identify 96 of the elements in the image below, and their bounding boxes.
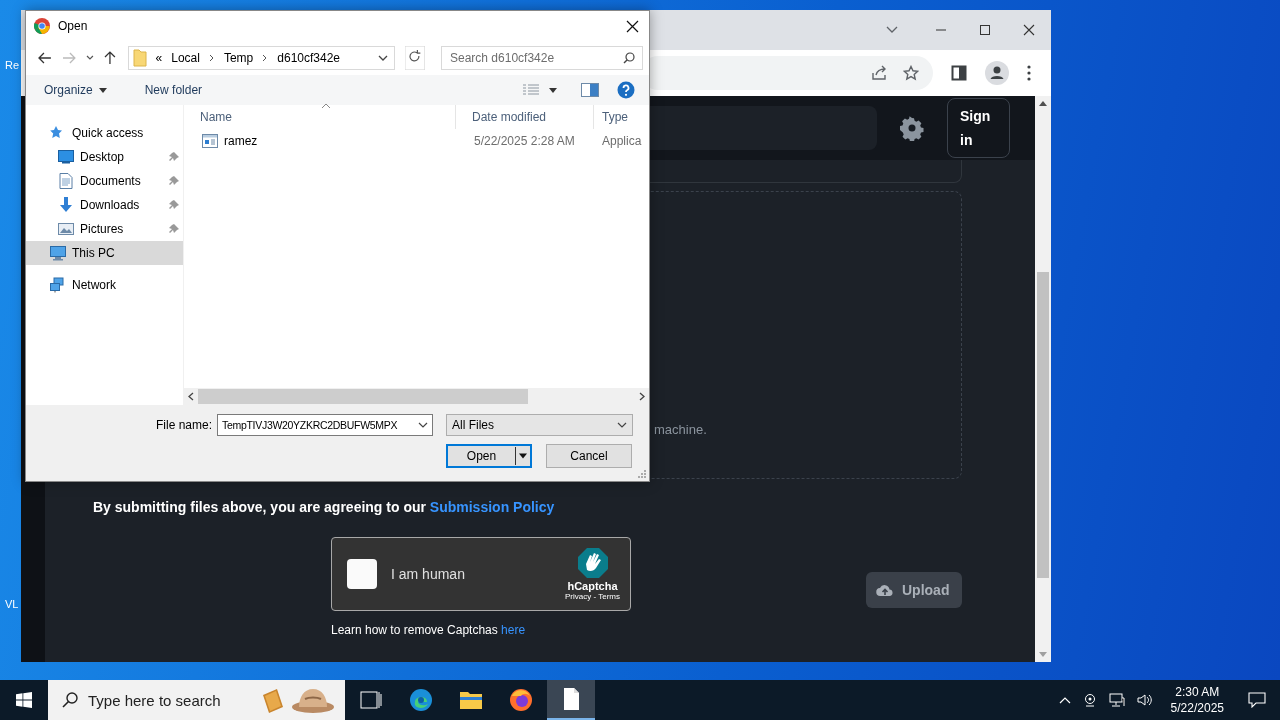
file-name-field[interactable]: TempTIVJ3W20YZKRC2DBUFW5MPX (217, 414, 434, 436)
captcha-brand: hCaptcha (567, 579, 618, 592)
toolbar-button[interactable]: New folder (138, 83, 209, 97)
star-icon[interactable] (903, 65, 919, 81)
captcha-checkbox[interactable] (347, 559, 377, 589)
column-header[interactable]: Date modified (456, 105, 594, 129)
close-icon[interactable] (1023, 24, 1035, 36)
caret-icon[interactable] (549, 87, 557, 93)
webcam-icon[interactable] (1082, 693, 1097, 707)
maximize-icon[interactable] (979, 24, 991, 36)
upload-hint-text: machine. (654, 422, 707, 437)
chevron-right-icon (262, 54, 269, 62)
submission-policy-text: By submitting files above, you are agreeing to our Submission Policy (93, 499, 556, 515)
chevron-down-icon (617, 421, 628, 429)
back-arrow-icon[interactable] (38, 52, 52, 64)
search-icon (62, 692, 78, 708)
scroll-left-icon[interactable] (188, 392, 194, 401)
nav-item[interactable]: Network (26, 273, 183, 297)
task-view-icon (359, 688, 383, 712)
chrome-logo-icon (34, 18, 50, 34)
hand-logo-icon (577, 547, 608, 578)
settings-icon[interactable] (899, 115, 925, 141)
down-arrow-icon (58, 197, 74, 213)
captcha-label: I am human (391, 566, 466, 582)
image-icon (58, 221, 74, 237)
up-arrow-icon[interactable] (103, 51, 116, 65)
submission-policy-link[interactable]: Submission Policy (429, 499, 555, 515)
date-cell-text: 5/22/2025 2:28 AM (473, 134, 576, 148)
close-icon[interactable] (626, 19, 639, 33)
taskbar-app-button[interactable] (547, 680, 595, 720)
chevron-down-icon[interactable] (378, 54, 389, 62)
firefox-icon (509, 688, 533, 712)
cancel-button[interactable]: Cancel (546, 444, 632, 468)
horizontal-scrollbar[interactable] (184, 388, 649, 405)
menu-icon[interactable] (1027, 65, 1031, 81)
network-icon (50, 277, 66, 293)
speaker-icon[interactable] (1136, 693, 1153, 707)
sign-in-button[interactable]: Sign in (947, 98, 1010, 158)
cloud-upload-icon (876, 583, 894, 597)
recent-dropdown-icon[interactable] (85, 55, 94, 61)
resize-grip-icon (638, 470, 646, 478)
clock[interactable]: 2:30 AM 5/22/2025 (1170, 684, 1224, 716)
sort-caret-icon (321, 103, 331, 109)
vertical-scrollbar[interactable] (1035, 96, 1051, 662)
scrollbar-thumb[interactable] (198, 389, 528, 404)
chevron-right-icon (208, 54, 215, 62)
network-icon[interactable] (1108, 693, 1125, 707)
scroll-right-icon[interactable] (639, 392, 645, 401)
breadcrumb-item[interactable]: Temp (223, 51, 254, 65)
monitor-icon (58, 149, 74, 165)
caret-icon (98, 87, 107, 93)
refresh-icon[interactable] (405, 46, 425, 70)
document-icon (58, 173, 74, 189)
search-field[interactable]: Type here to search (48, 680, 345, 720)
chevron-down-icon (418, 421, 429, 429)
side-panel-icon[interactable] (951, 65, 967, 81)
nav-item[interactable]: Pictures (26, 217, 183, 241)
type-cell-text: Applica (601, 134, 643, 148)
nav-item[interactable]: Downloads (26, 193, 183, 217)
breadcrumb-item[interactable]: Local (171, 51, 200, 65)
captcha-help-text: Learn how to remove Captchas here (331, 623, 527, 637)
captcha-help-link[interactable]: here (501, 623, 526, 637)
file-type-dropdown[interactable]: All Files (446, 414, 634, 436)
folder-icon (132, 49, 147, 67)
nav-item[interactable]: Desktop (26, 145, 183, 169)
file-name-label: File name: (156, 418, 213, 432)
nav-item[interactable]: This PC (26, 241, 183, 265)
application-file-icon (202, 134, 218, 148)
windows-logo-icon[interactable] (16, 692, 32, 708)
file-name-cell[interactable]: ramez (184, 134, 456, 148)
search-icon[interactable] (623, 52, 635, 64)
breadcrumb-item[interactable]: d610cf342e (277, 51, 340, 65)
desktop-icon-label[interactable]: Re (5, 59, 20, 71)
column-header[interactable]: Name (184, 105, 456, 129)
breadcrumb-overflow[interactable]: « (155, 51, 163, 65)
dialog-title: Open (58, 19, 89, 33)
edge-icon (409, 688, 433, 712)
nav-item[interactable]: Quick access (26, 121, 183, 145)
desktop-icon-label[interactable]: VL (5, 598, 19, 610)
nav-item[interactable]: Documents (26, 169, 183, 193)
share-icon[interactable] (871, 65, 889, 81)
chevron-down-icon[interactable] (885, 25, 899, 35)
column-header[interactable]: Type (594, 105, 649, 129)
notification-icon[interactable] (1248, 692, 1266, 708)
computer-icon (50, 245, 66, 261)
scrollbar-thumb[interactable] (1037, 272, 1049, 578)
help-icon[interactable] (617, 81, 635, 99)
profile-icon[interactable] (985, 61, 1009, 85)
scroll-up-icon[interactable] (1039, 100, 1047, 106)
organize-dropdown[interactable]: Organize (38, 83, 113, 97)
open-button[interactable]: Open (446, 444, 532, 468)
preview-pane-icon[interactable] (581, 83, 599, 97)
path-bar[interactable]: « Local Temp d610cf342e (127, 46, 396, 70)
search-field[interactable]: Search d610cf342e (441, 46, 643, 70)
chevron-up-icon[interactable] (1058, 696, 1071, 704)
captcha-terms-links[interactable]: Privacy - Terms (565, 591, 620, 601)
